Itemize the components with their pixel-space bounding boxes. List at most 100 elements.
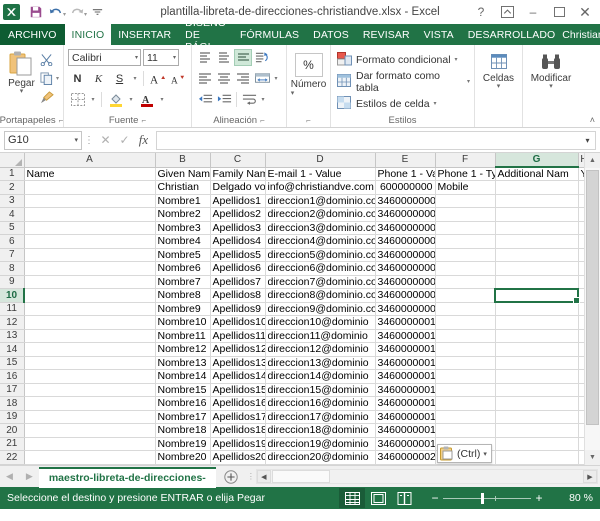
cell-C9[interactable]: Apellidos7 — [210, 275, 266, 289]
tab-datos[interactable]: DATOS — [306, 24, 356, 45]
sheet-tab-maestro[interactable]: maestro-libreta-de-direcciones- — [38, 466, 216, 488]
cell-G17[interactable] — [495, 383, 579, 397]
cell-G22[interactable] — [495, 450, 579, 465]
cell-A16[interactable] — [24, 369, 156, 384]
tab-split-handle[interactable]: ⋮ — [246, 473, 256, 481]
align-left-button[interactable] — [196, 70, 214, 87]
cell-D13[interactable]: direccion11@dominio — [265, 329, 376, 343]
font-size-combobox[interactable]: 11 ▾ — [143, 49, 179, 66]
cell-B20[interactable]: Nombre18 — [155, 423, 211, 438]
increase-font-size-button[interactable]: A — [148, 70, 167, 88]
editing-button[interactable]: Modificar ▾ — [527, 48, 575, 90]
cell-G9[interactable] — [495, 275, 579, 289]
help-button[interactable]: ? — [468, 1, 494, 23]
cell-D8[interactable]: direccion6@dominio.com — [265, 261, 376, 276]
cell-C6[interactable]: Apellidos4 — [210, 234, 266, 249]
cell-C1[interactable]: Family Name — [210, 167, 266, 181]
page-layout-view-button[interactable] — [365, 488, 391, 508]
conditional-formatting-button[interactable]: Formato condicional ▾ — [337, 50, 458, 69]
cell-B16[interactable]: Nombre14 — [155, 369, 211, 384]
cell-C15[interactable]: Apellidos13 — [210, 356, 266, 370]
chevron-down-icon[interactable]: ▾ — [483, 450, 487, 458]
row-header-9[interactable]: 9 — [0, 275, 25, 289]
cell-D22[interactable]: direccion20@dominio — [265, 450, 376, 465]
cell-B9[interactable]: Nombre7 — [155, 275, 211, 289]
number-dialog-launcher[interactable]: ⌐ — [306, 116, 311, 125]
tab-desarrollador[interactable]: DESARROLLADO — [461, 24, 563, 45]
cell-F3[interactable] — [435, 194, 496, 208]
fill-color-dropdown-icon[interactable]: ▾ — [127, 96, 135, 103]
cell-E12[interactable]: 34600000010 — [375, 315, 436, 330]
row-header-4[interactable]: 4 — [0, 207, 25, 222]
row-header-10[interactable]: 10 — [0, 288, 25, 303]
column-header-f[interactable]: F — [435, 153, 496, 168]
format-painter-button[interactable] — [39, 89, 59, 105]
wrap-text-dropdown-icon[interactable]: ▾ — [259, 96, 267, 103]
cell-F6[interactable] — [435, 234, 496, 249]
scroll-up-button[interactable]: ▲ — [585, 153, 600, 168]
cell-D16[interactable]: direccion14@dominio — [265, 369, 376, 384]
vertical-scrollbar[interactable]: ▲ ▼ — [584, 153, 600, 465]
cell-A2[interactable] — [24, 180, 156, 195]
copy-dropdown-icon[interactable]: ▾ — [56, 75, 59, 82]
column-header-g[interactable]: G — [495, 153, 579, 168]
cell-C17[interactable]: Apellidos15 — [210, 383, 266, 397]
format-as-table-button[interactable]: Dar formato como tabla ▾ — [337, 70, 470, 94]
fill-color-button[interactable] — [106, 91, 125, 109]
cell-A7[interactable] — [24, 248, 156, 262]
select-all-button[interactable] — [0, 153, 25, 168]
cell-A4[interactable] — [24, 207, 156, 222]
cell-D12[interactable]: direccion10@dominio — [265, 315, 376, 330]
cell-G1[interactable]: Additional Nam — [495, 167, 579, 181]
zoom-in-button[interactable]: + — [531, 491, 547, 505]
cell-C22[interactable]: Apellidos20 — [210, 450, 266, 465]
wrap-text-button[interactable] — [240, 91, 258, 108]
cell-G21[interactable] — [495, 437, 579, 451]
merge-dropdown-icon[interactable]: ▾ — [272, 75, 280, 82]
cell-A14[interactable] — [24, 342, 156, 357]
cell-D7[interactable]: direccion5@dominio.com — [265, 248, 376, 262]
cell-B1[interactable]: Given Name — [155, 167, 211, 181]
column-header-b[interactable]: B — [155, 153, 211, 168]
cell-B15[interactable]: Nombre13 — [155, 356, 211, 370]
cell-C20[interactable]: Apellidos18 — [210, 423, 266, 438]
collapse-ribbon-button[interactable]: ˄ — [590, 115, 595, 125]
cell-E5[interactable]: 34600000003 — [375, 221, 436, 235]
cell-B13[interactable]: Nombre11 — [155, 329, 211, 343]
vertical-scroll-thumb[interactable] — [586, 170, 599, 425]
cell-D6[interactable]: direccion4@dominio.com — [265, 234, 376, 249]
cell-E16[interactable]: 34600000014 — [375, 369, 436, 384]
cell-F18[interactable] — [435, 396, 496, 411]
customize-quick-access-toolbar-button[interactable] — [88, 3, 107, 22]
cell-A21[interactable] — [24, 437, 156, 451]
cell-F1[interactable]: Phone 1 - Type — [435, 167, 496, 181]
cell-D10[interactable]: direccion8@dominio.com — [265, 288, 376, 303]
cell-F7[interactable] — [435, 248, 496, 262]
cell-D18[interactable]: direccion16@dominio — [265, 396, 376, 411]
cell-A12[interactable] — [24, 315, 156, 330]
column-header-e[interactable]: E — [375, 153, 436, 168]
tab-archivo[interactable]: ARCHIVO — [0, 24, 65, 45]
cell-C10[interactable]: Apellidos8 — [210, 288, 266, 303]
row-header-16[interactable]: 16 — [0, 369, 25, 384]
column-header-c[interactable]: C — [210, 153, 266, 168]
cell-E15[interactable]: 34600000013 — [375, 356, 436, 370]
add-sheet-button[interactable] — [216, 469, 246, 484]
row-header-22[interactable]: 22 — [0, 450, 25, 465]
cell-B6[interactable]: Nombre4 — [155, 234, 211, 249]
font-color-dropdown-icon[interactable]: ▾ — [158, 96, 166, 103]
copy-button[interactable]: ▾ — [39, 70, 59, 86]
cell-C2[interactable]: Delgado von — [210, 180, 266, 195]
cell-B11[interactable]: Nombre9 — [155, 302, 211, 316]
clipboard-dialog-launcher[interactable]: ⌐ — [59, 116, 64, 125]
redo-button[interactable] — [67, 3, 86, 22]
cell-E14[interactable]: 34600000012 — [375, 342, 436, 357]
confirm-entry-button[interactable]: ✓ — [115, 131, 134, 150]
cell-E2[interactable]: 600000000 — [375, 180, 436, 195]
cell-G2[interactable] — [495, 180, 579, 195]
chevron-down-icon[interactable]: ▾ — [434, 100, 437, 107]
vertical-scroll-track[interactable] — [585, 168, 600, 450]
cell-C7[interactable]: Apellidos5 — [210, 248, 266, 262]
cell-F19[interactable] — [435, 410, 496, 424]
cell-F16[interactable] — [435, 369, 496, 384]
